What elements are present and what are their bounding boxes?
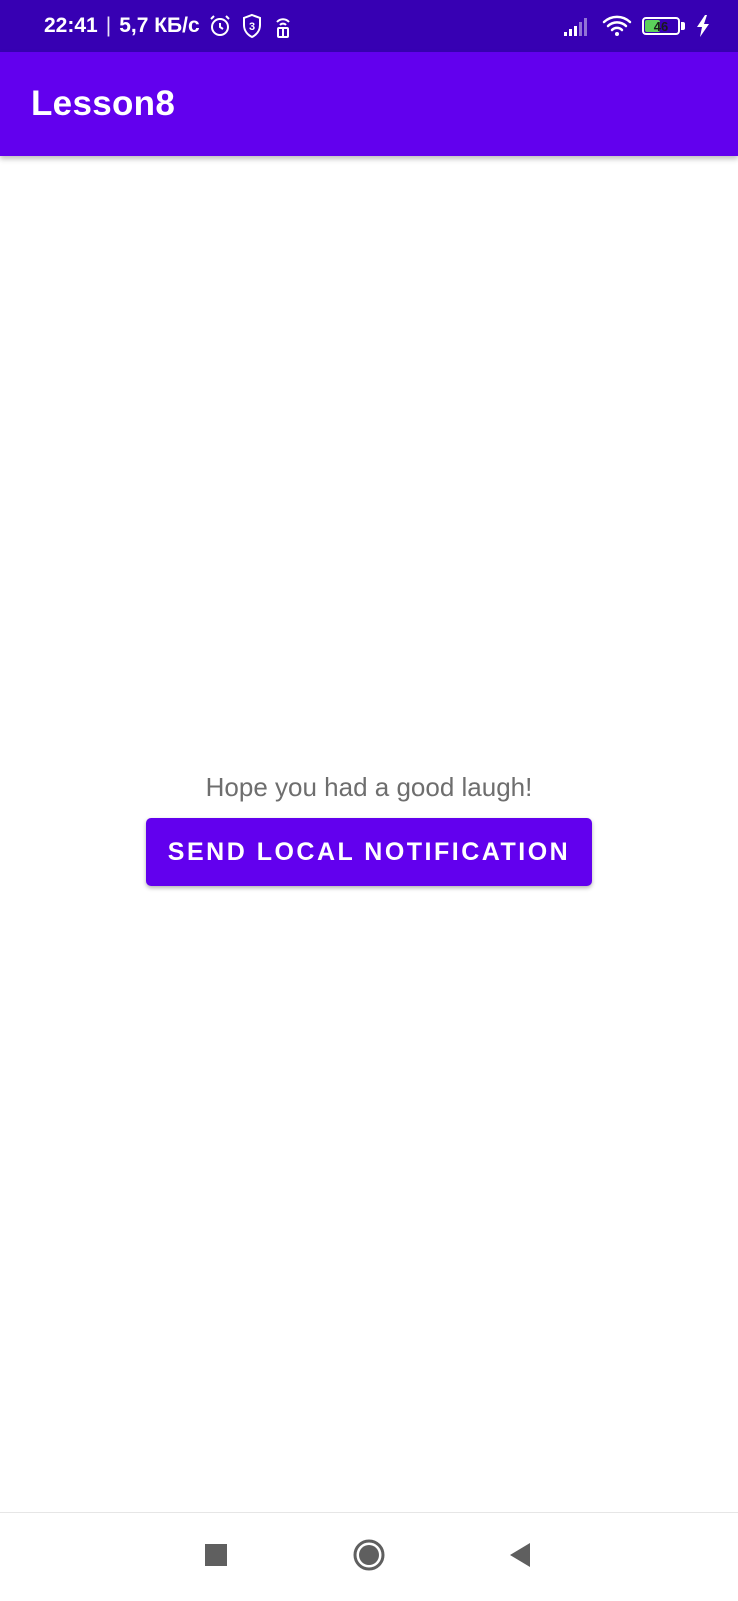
navigation-bar <box>0 1512 738 1601</box>
status-time: 22:41 <box>44 14 98 37</box>
send-local-notification-button[interactable]: SEND LOCAL NOTIFICATION <box>146 818 592 886</box>
status-right: 46 <box>564 0 710 52</box>
app-bar: Lesson8 <box>0 52 738 156</box>
network-speed: 5,7 КБ/с <box>119 14 200 37</box>
home-icon <box>352 1538 386 1577</box>
status-left: 22:41 | 5,7 КБ/с 3 <box>44 0 294 52</box>
status-bar: 22:41 | 5,7 КБ/с 3 46 <box>0 0 738 52</box>
home-button[interactable] <box>325 1513 413 1601</box>
battery-icon: 46 <box>642 16 686 36</box>
recents-icon <box>205 1543 227 1571</box>
back-icon <box>508 1542 532 1573</box>
hotspot-icon <box>272 13 294 39</box>
app-title: Lesson8 <box>31 84 176 123</box>
back-button[interactable] <box>476 1513 564 1601</box>
battery-body: 46 <box>642 17 680 35</box>
signal-icon <box>564 16 592 36</box>
charging-icon <box>696 15 710 37</box>
alarm-icon <box>208 14 232 38</box>
battery-level: 46 <box>653 18 669 34</box>
shield-3-icon: 3 <box>240 13 264 39</box>
svg-text:3: 3 <box>249 21 255 33</box>
battery-tip <box>681 22 685 30</box>
message-text: Hope you had a good laugh! <box>205 772 533 802</box>
recents-button[interactable] <box>172 1513 260 1601</box>
status-separator: | <box>105 14 112 37</box>
wifi-icon <box>602 14 632 38</box>
